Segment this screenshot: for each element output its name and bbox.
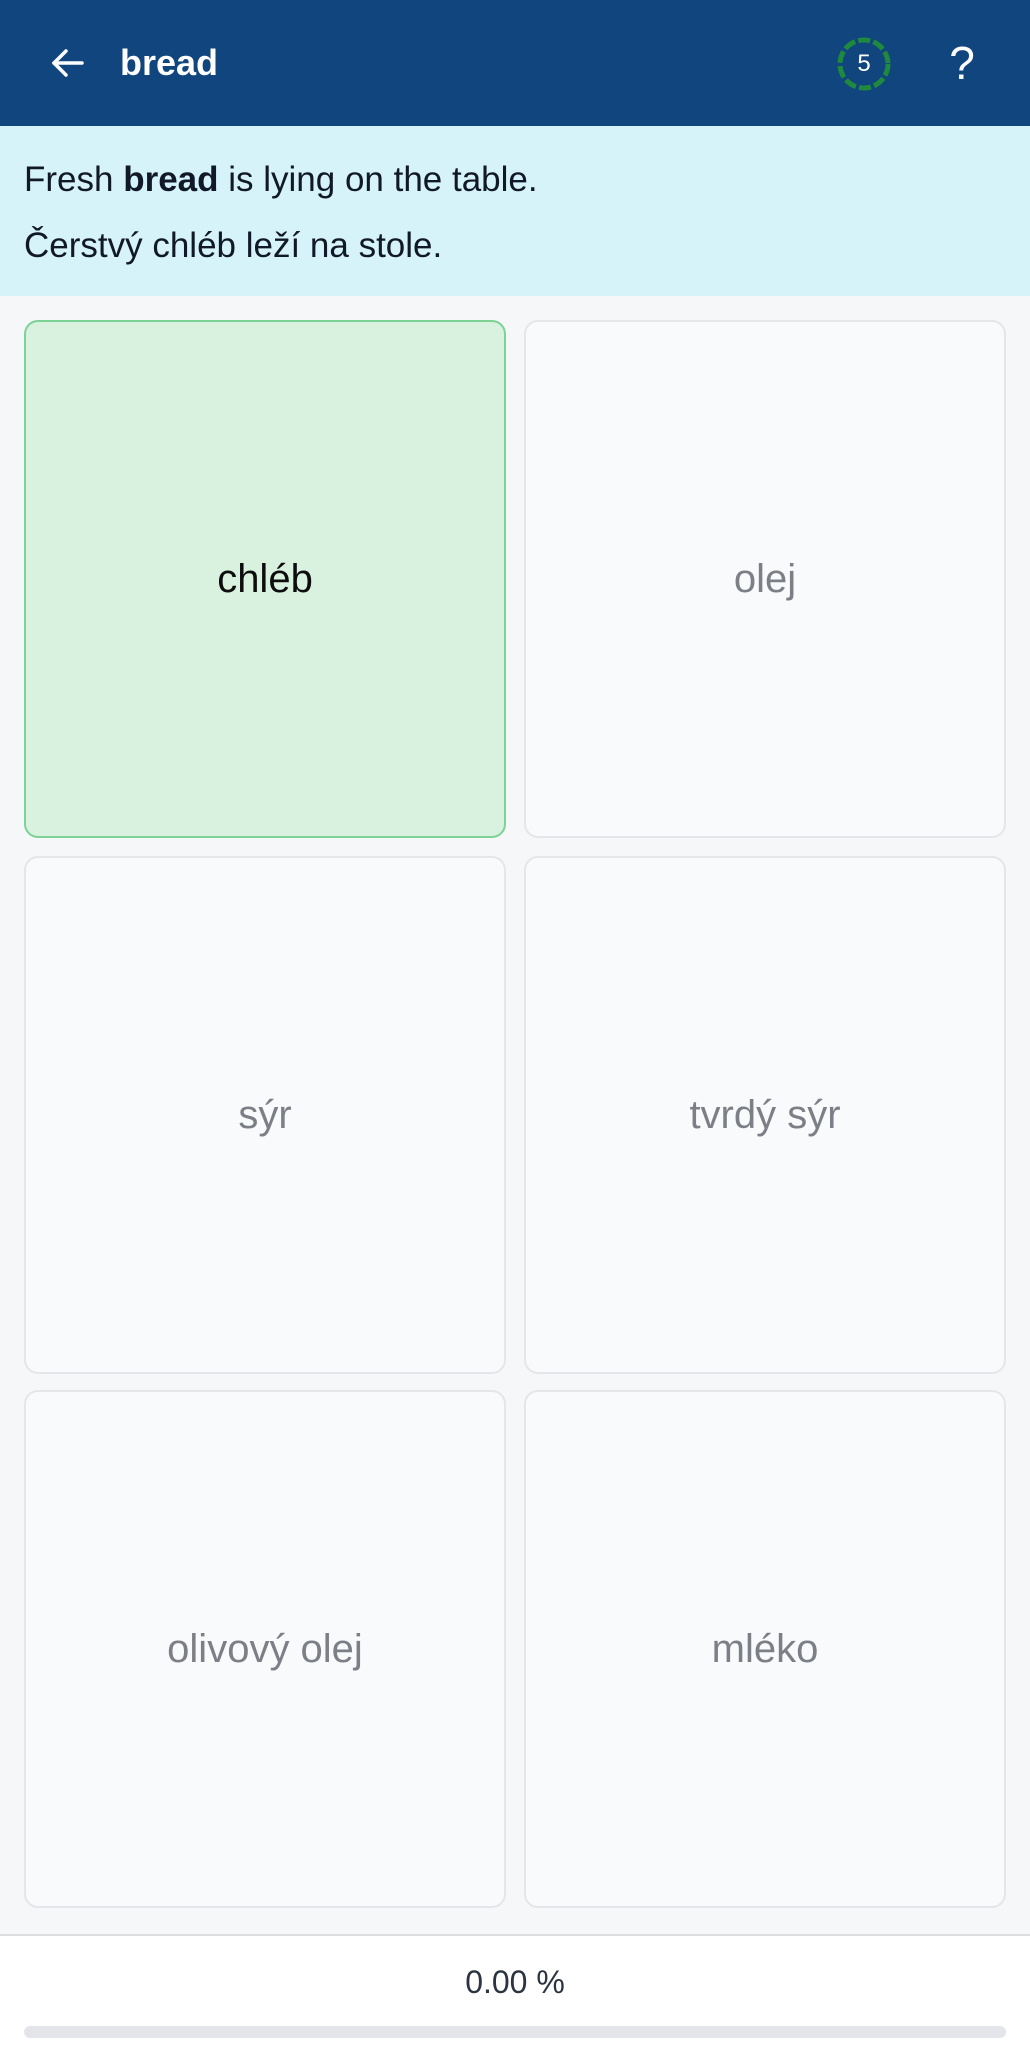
- sentence-keyword: bread: [123, 160, 219, 199]
- answer-option-label: mléko: [711, 1626, 819, 1671]
- progress-footer: 0.00 %: [0, 1934, 1030, 2060]
- answer-option[interactable]: olivový olej: [24, 1390, 506, 1908]
- english-sentence: Fresh bread is lying on the table.: [24, 158, 538, 202]
- answer-option-label: tvrdý sýr: [689, 1092, 841, 1137]
- answer-option[interactable]: chléb: [24, 320, 506, 838]
- timer-value: 5: [857, 50, 871, 77]
- sentence-prefix: Fresh: [24, 160, 124, 199]
- sentence-suffix: is lying on the table.: [218, 160, 538, 199]
- countdown-timer: 5: [836, 36, 892, 92]
- arrow-left-icon: [52, 49, 84, 77]
- help-button[interactable]: ?: [930, 30, 994, 96]
- answer-option-label: sýr: [238, 1092, 292, 1137]
- answer-option-label: chléb: [217, 556, 313, 601]
- quiz-screen: bread 5 ? Fresh bread is lying on the ta…: [0, 0, 1030, 2060]
- answer-option[interactable]: tvrdý sýr: [524, 856, 1006, 1374]
- page-title: bread: [120, 42, 219, 83]
- progress-bar: [24, 2026, 1006, 2038]
- example-sentence-panel: Fresh bread is lying on the table. Čerst…: [0, 126, 1030, 296]
- progress-percent: 0.00 %: [465, 1964, 565, 2000]
- czech-sentence: Čerstvý chléb leží na stole.: [24, 226, 443, 265]
- answer-option[interactable]: mléko: [524, 1390, 1006, 1908]
- answer-option[interactable]: sýr: [24, 856, 506, 1374]
- back-button[interactable]: [38, 33, 98, 93]
- answer-option-label: olej: [733, 556, 797, 601]
- answer-option-label: olivový olej: [167, 1626, 363, 1671]
- app-bar: bread 5 ?: [0, 0, 1030, 126]
- answer-option[interactable]: olej: [524, 320, 1006, 838]
